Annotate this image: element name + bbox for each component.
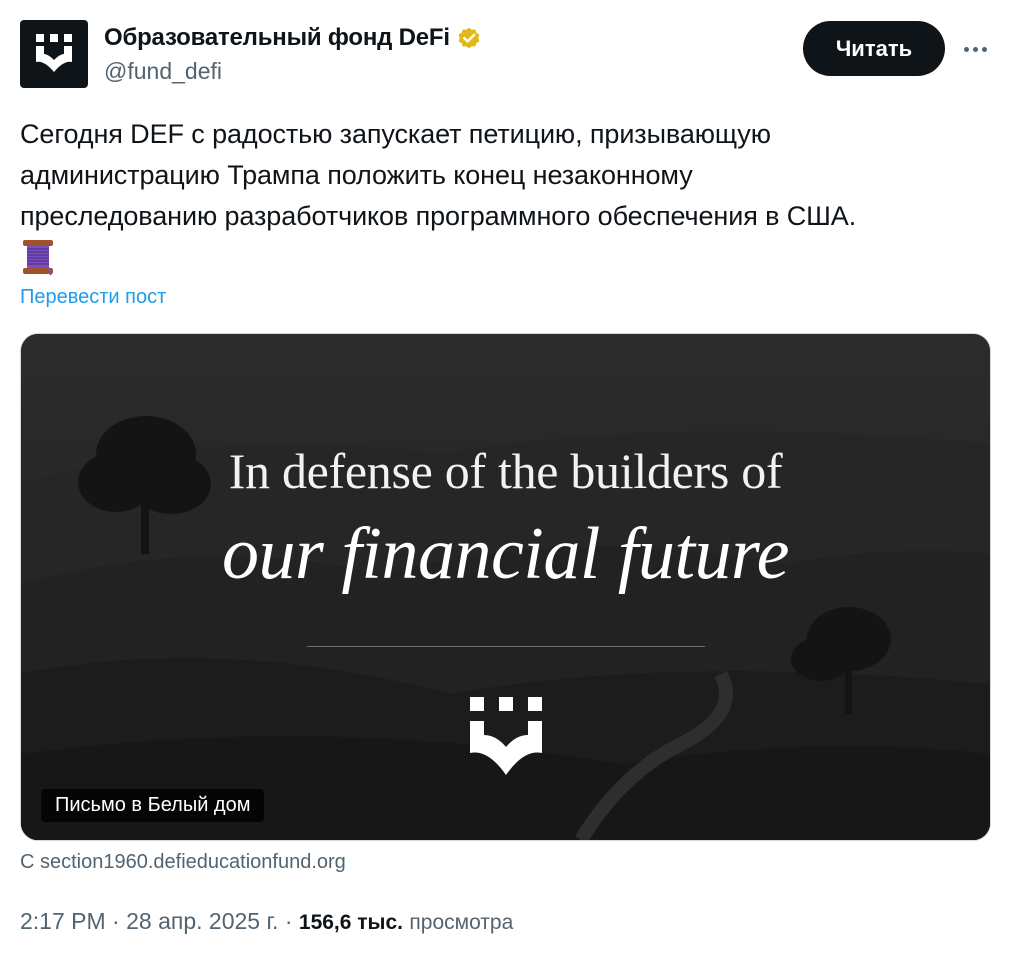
media-divider bbox=[307, 646, 705, 647]
media-caption: Письмо в Белый дом bbox=[41, 789, 265, 822]
spool-icon bbox=[23, 240, 53, 276]
meta-separator: · bbox=[284, 908, 293, 934]
meta-separator: · bbox=[112, 908, 120, 934]
display-name[interactable]: Образовательный фонд DeFi bbox=[104, 24, 482, 52]
post-text-line: преследованию разработчиков программного… bbox=[20, 201, 857, 231]
more-dots-icon[interactable] bbox=[958, 34, 992, 64]
views-count: 156,6 тыс. bbox=[298, 911, 404, 934]
source-link[interactable]: С section1960.defieducationfund.org bbox=[20, 851, 346, 874]
media-headline: In defense of the builders of bbox=[228, 443, 783, 499]
media-card[interactable]: In defense of the builders of our financ… bbox=[20, 333, 991, 841]
avatar[interactable] bbox=[20, 20, 88, 88]
def-logo-icon bbox=[470, 697, 542, 775]
translate-post-link[interactable]: Перевести пост bbox=[20, 286, 166, 309]
media-headline-italic: our financial future bbox=[222, 513, 789, 595]
read-button[interactable]: Читать bbox=[803, 21, 945, 76]
post-meta: 2:17 PM · 28 апр. 2025 г. · 156,6 тыс. п… bbox=[20, 908, 513, 935]
post-text: Сегодня DEF с радостью запускает петицию… bbox=[20, 114, 980, 237]
display-name-text: Образовательный фонд DeFi bbox=[104, 24, 450, 51]
post-date[interactable]: 28 апр. 2025 г. bbox=[126, 908, 278, 934]
views-label: просмотра bbox=[409, 911, 514, 934]
verified-badge-icon bbox=[458, 27, 480, 49]
post-text-line: Сегодня DEF с радостью запускает петицию… bbox=[20, 119, 771, 149]
def-logo-icon bbox=[36, 34, 72, 72]
post-time[interactable]: 2:17 PM bbox=[20, 908, 106, 934]
post-text-line: администрацию Трампа положить конец неза… bbox=[20, 160, 693, 190]
handle[interactable]: @fund_defi bbox=[104, 58, 222, 85]
